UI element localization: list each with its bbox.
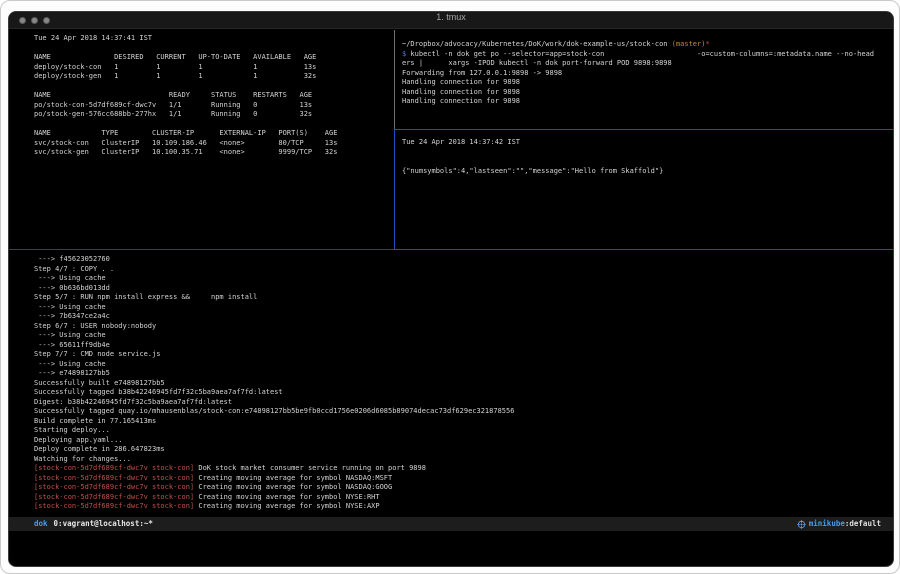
terminal-line: Successfully tagged quay.io/mhausenblas/… [34, 407, 894, 417]
terminal-line: deploy/stock-con 1 1 1 1 13s [34, 63, 394, 73]
terminal-line: ---> 7b6347ce2a4c [34, 312, 894, 322]
window-title: 1. tmux [9, 12, 893, 22]
tmux-status-bar: dok 0:vagrant@localhost:~* minikube :def… [9, 517, 893, 531]
titlebar: 1. tmux [9, 12, 893, 29]
kube-namespace-label: :default [845, 517, 881, 531]
terminal-line: Deploy complete in 286.647823ms [34, 445, 894, 455]
terminal-line: Starting deploy... [34, 426, 894, 436]
pane-border-vertical[interactable] [394, 30, 395, 129]
terminal-line: ---> e74898127bb5 [34, 369, 894, 379]
terminal-line: Successfully tagged b38b42246945fd7f32c5… [34, 388, 894, 398]
terminal-line: deploy/stock-gen 1 1 1 1 32s [34, 72, 394, 82]
pane-service-response[interactable]: Tue 24 Apr 2018 14:37:42 IST {"numsymbol… [396, 130, 894, 249]
kube-context-label: minikube [809, 517, 845, 531]
terminal-line: Step 4/7 : COPY . . [34, 265, 894, 275]
terminal-line: Successfully built e74898127bb5 [34, 379, 894, 389]
terminal-line: [stock-con-5d7df689cf-dwc7v stock-con] C… [34, 502, 894, 512]
terminal-line: NAME TYPE CLUSTER-IP EXTERNAL-IP PORT(S)… [34, 129, 394, 139]
terminal-line: NAME READY STATUS RESTARTS AGE [34, 91, 394, 101]
zoom-button[interactable] [43, 17, 50, 24]
terminal-line: ---> Using cache [34, 303, 894, 313]
terminal-line: ---> Using cache [34, 331, 894, 341]
terminal-line: Step 7/7 : CMD node service.js [34, 350, 894, 360]
minimize-button[interactable] [31, 17, 38, 24]
terminal-line: ---> Using cache [34, 360, 894, 370]
terminal-line: $ kubectl -n dok get po --selector=app=s… [402, 50, 894, 60]
terminal-line: {"numsymbols":4,"lastseen":"","message":… [402, 167, 894, 177]
terminal-line: Watching for changes... [34, 455, 894, 465]
terminal-line: svc/stock-gen ClusterIP 10.100.35.71 <no… [34, 148, 394, 158]
terminal-line [34, 120, 394, 130]
terminal-line: [stock-con-5d7df689cf-dwc7v stock-con] D… [34, 464, 894, 474]
active-pane-border-top[interactable] [395, 129, 894, 130]
status-window-item[interactable]: 0:vagrant@localhost:~* [54, 517, 153, 531]
pane-kubectl-watch[interactable]: Tue 24 Apr 2018 14:37:41 IST NAME DESIRE… [9, 30, 394, 249]
page-background: 1. tmux Tue 24 Apr 2018 14:37:41 IST NAM… [0, 0, 900, 574]
pane-port-forward[interactable]: ~/Dropbox/advocacy/Kubernetes/DoK/work/d… [396, 30, 894, 129]
terminal-line [34, 82, 394, 92]
terminal-line: Step 6/7 : USER nobody:nobody [34, 322, 894, 332]
terminal-line [34, 44, 394, 54]
terminal-line: Step 5/7 : RUN npm install express && np… [34, 293, 894, 303]
active-pane-border-bottom[interactable] [395, 249, 894, 250]
terminal-line: [stock-con-5d7df689cf-dwc7v stock-con] C… [34, 493, 894, 503]
terminal-line: Handling connection for 9898 [402, 88, 894, 98]
pane-skaffold-build-log[interactable]: ---> f45623052760Step 4/7 : COPY . . ---… [9, 250, 894, 517]
terminal-line: ---> 65611ff9db4e [34, 341, 894, 351]
terminal-line: ~/Dropbox/advocacy/Kubernetes/DoK/work/d… [402, 40, 894, 50]
traffic-lights [19, 17, 50, 24]
terminal-line: svc/stock-con ClusterIP 10.109.186.46 <n… [34, 139, 394, 149]
close-button[interactable] [19, 17, 26, 24]
terminal-line: [stock-con-5d7df689cf-dwc7v stock-con] C… [34, 483, 894, 493]
terminal-line: Handling connection for 9898 [402, 97, 894, 107]
terminal-line: Tue 24 Apr 2018 14:37:41 IST [34, 34, 394, 44]
terminal-line: po/stock-con-5d7df689cf-dwc7v 1/1 Runnin… [34, 101, 394, 111]
terminal-window: 1. tmux Tue 24 Apr 2018 14:37:41 IST NAM… [8, 11, 894, 567]
terminal-line: ---> Using cache [34, 274, 894, 284]
terminal-line: Digest: b38b42246945fd7f32c5ba9aea7af7fd… [34, 398, 894, 408]
terminal-line [402, 148, 894, 158]
kubernetes-helm-icon [797, 520, 806, 529]
terminal-line: Forwarding from 127.0.0.1:9898 -> 9898 [402, 69, 894, 79]
terminal-line: po/stock-gen-576cc688bb-277hx 1/1 Runnin… [34, 110, 394, 120]
terminal-line: Tue 24 Apr 2018 14:37:42 IST [402, 138, 894, 148]
terminal-line: Handling connection for 9898 [402, 78, 894, 88]
terminal-line: Build complete in 77.165413ms [34, 417, 894, 427]
terminal-line: ---> 0b636bd013dd [34, 284, 894, 294]
pane-border-horizontal[interactable] [9, 249, 394, 250]
terminal-line: ers | xargs -IPOD kubectl -n dok port-fo… [402, 59, 894, 69]
terminal-line: ---> f45623052760 [34, 255, 894, 265]
terminal-line [402, 157, 894, 167]
terminal-line: Deploying app.yaml... [34, 436, 894, 446]
terminal-line: NAME DESIRED CURRENT UP-TO-DATE AVAILABL… [34, 53, 394, 63]
session-name-badge: dok [34, 517, 48, 531]
terminal-line: [stock-con-5d7df689cf-dwc7v stock-con] C… [34, 474, 894, 484]
active-pane-border-left[interactable] [394, 129, 395, 250]
